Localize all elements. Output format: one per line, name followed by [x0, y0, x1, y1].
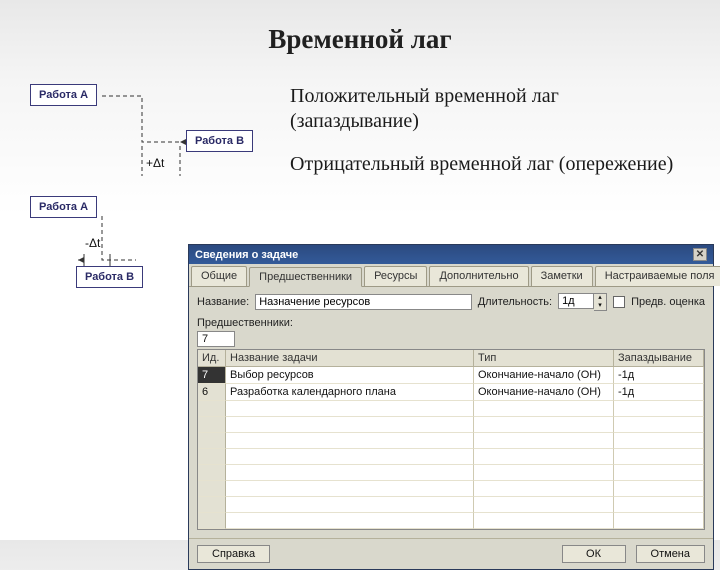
cancel-button[interactable]: Отмена — [636, 545, 705, 563]
tab-general[interactable]: Общие — [191, 266, 247, 286]
positive-lag-text: Положительный временной лаг (запаздывани… — [290, 84, 690, 134]
grid-header: Ид. Название задачи Тип Запаздывание — [198, 350, 704, 367]
tab-resources[interactable]: Ресурсы — [364, 266, 427, 286]
table-row[interactable] — [198, 449, 704, 465]
table-row[interactable]: 7 Выбор ресурсов Окончание-начало (ОН) -… — [198, 367, 704, 384]
table-row[interactable]: 6 Разработка календарного плана Окончани… — [198, 384, 704, 401]
duration-input[interactable] — [558, 293, 594, 309]
table-row[interactable] — [198, 417, 704, 433]
estimate-label: Предв. оценка — [631, 296, 705, 308]
cell-type[interactable]: Окончание-начало (ОН) — [474, 384, 614, 401]
cell-id: 6 — [198, 384, 226, 401]
table-row[interactable] — [198, 401, 704, 417]
predecessors-grid[interactable]: Ид. Название задачи Тип Запаздывание 7 В… — [197, 349, 705, 530]
col-lag[interactable]: Запаздывание — [614, 350, 704, 367]
col-type[interactable]: Тип — [474, 350, 614, 367]
cell-id: 7 — [198, 367, 226, 384]
dialog-titlebar: Сведения о задаче ✕ — [189, 245, 713, 264]
task-info-dialog: Сведения о задаче ✕ Общие Предшественник… — [188, 244, 714, 570]
cell-type[interactable]: Окончание-начало (ОН) — [474, 367, 614, 384]
dialog-tabs: Общие Предшественники Ресурсы Дополнител… — [189, 264, 713, 287]
diagram-node-work-a-bottom: Работа А — [30, 196, 97, 218]
dialog-title-text: Сведения о задаче — [195, 249, 298, 261]
dialog-button-bar: Справка ОК Отмена — [189, 538, 713, 569]
close-icon[interactable]: ✕ — [693, 248, 707, 261]
cell-lag[interactable]: -1д — [614, 367, 704, 384]
col-task-name[interactable]: Название задачи — [226, 350, 474, 367]
dialog-panel: Название: Длительность: ▴ ▾ Предв. оценк… — [189, 287, 713, 538]
cell-lag[interactable]: -1д — [614, 384, 704, 401]
duration-label: Длительность: — [478, 296, 552, 308]
table-row[interactable] — [198, 497, 704, 513]
explanation-text: Положительный временной лаг (запаздывани… — [290, 84, 690, 195]
predecessors-section-label: Предшественники: — [197, 317, 705, 329]
chevron-down-icon[interactable]: ▾ — [594, 302, 606, 310]
chevron-up-icon[interactable]: ▴ — [594, 294, 606, 302]
spin-buttons[interactable]: ▴ ▾ — [594, 293, 607, 311]
minus-dt-label: -Δt — [85, 236, 100, 250]
estimate-checkbox[interactable] — [613, 296, 625, 308]
name-label: Название: — [197, 296, 249, 308]
ok-button[interactable]: ОК — [562, 545, 626, 563]
tab-custom-fields[interactable]: Настраиваемые поля — [595, 266, 720, 286]
tab-predecessors[interactable]: Предшественники — [249, 267, 362, 287]
predecessor-id-field[interactable]: 7 — [197, 331, 235, 347]
help-button[interactable]: Справка — [197, 545, 270, 563]
table-row[interactable] — [198, 513, 704, 529]
diagram-node-work-a-top: Работа А — [30, 84, 97, 106]
table-row[interactable] — [198, 465, 704, 481]
table-row[interactable] — [198, 433, 704, 449]
duration-stepper[interactable]: ▴ ▾ — [558, 293, 607, 311]
col-id[interactable]: Ид. — [198, 350, 226, 367]
cell-name[interactable]: Выбор ресурсов — [226, 367, 474, 384]
negative-lag-text: Отрицательный временной лаг (опережение) — [290, 152, 690, 177]
table-row[interactable] — [198, 481, 704, 497]
task-name-input[interactable] — [255, 294, 471, 310]
plus-dt-label: +Δt — [146, 156, 164, 170]
cell-name[interactable]: Разработка календарного плана — [226, 384, 474, 401]
tab-notes[interactable]: Заметки — [531, 266, 593, 286]
diagram-node-work-b-top: Работа В — [186, 130, 253, 152]
diagram-node-work-b-bottom: Работа В — [76, 266, 143, 288]
page-title: Временной лаг — [0, 24, 720, 55]
tab-advanced[interactable]: Дополнительно — [429, 266, 528, 286]
